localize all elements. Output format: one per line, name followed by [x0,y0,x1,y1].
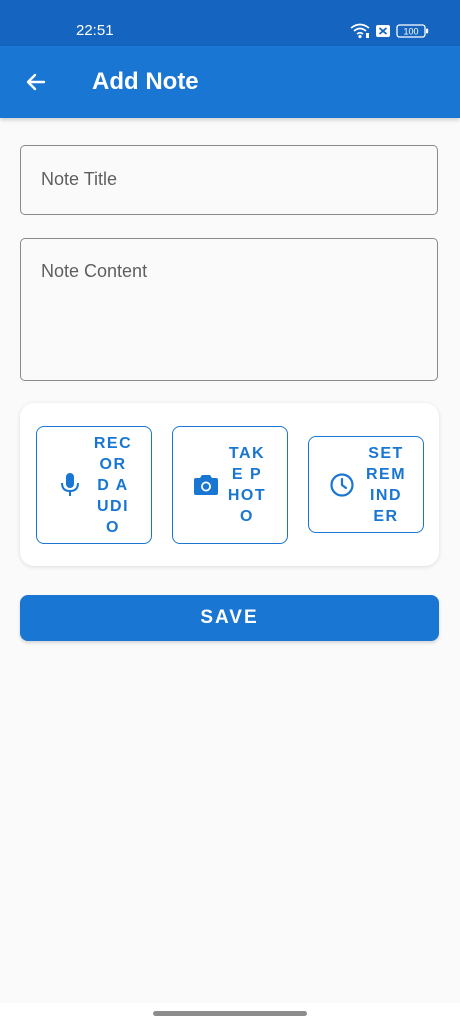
status-bar: 22:51 100 [0,0,460,46]
take-photo-button[interactable]: TAKE PHOTO [172,426,288,544]
home-indicator[interactable] [153,1011,307,1016]
status-icon-group: 100 [350,23,429,39]
status-time: 22:51 [76,22,114,39]
notification-x-icon [376,25,390,37]
arrow-left-icon [26,73,46,91]
record-audio-button[interactable]: RECORD AUDIO [36,426,152,544]
take-photo-label: TAKE PHOTO [227,445,267,525]
set-reminder-button[interactable]: SET REMINDER [308,436,424,533]
battery-level: 100 [403,27,418,37]
note-title-field[interactable] [20,145,438,215]
save-button[interactable]: SAVE [20,595,439,641]
battery-icon: 100 [396,24,429,38]
navigation-bar [0,1003,460,1024]
clock-icon [323,472,361,498]
wifi-icon [350,23,370,39]
record-audio-label: RECORD AUDIO [93,434,133,536]
status-icons: 100 [350,23,430,39]
camera-icon [187,473,225,497]
back-button[interactable] [20,66,52,98]
set-reminder-label: SET REMINDER [365,444,407,525]
note-content-input[interactable] [21,239,437,377]
note-title-input[interactable] [21,146,437,213]
actions-card: RECORD AUDIO TAKE PHOTO SET REMINDER [20,403,439,566]
note-content-field[interactable] [20,238,438,381]
app-bar: Add Note [0,46,460,118]
page-title: Add Note [92,68,199,95]
microphone-icon [51,472,89,498]
